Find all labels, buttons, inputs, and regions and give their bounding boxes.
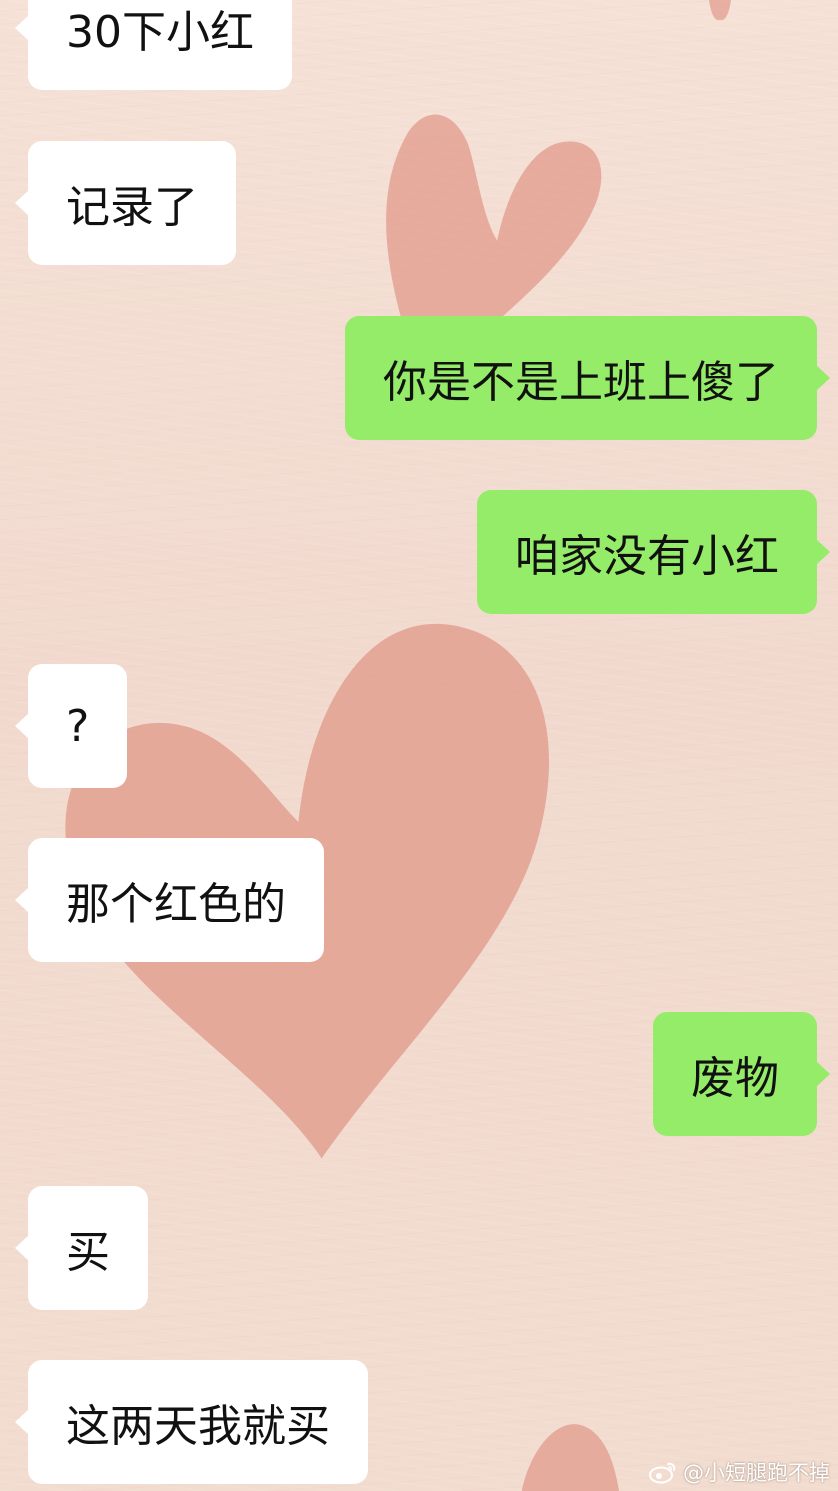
message-bubble[interactable]: ? bbox=[14, 664, 128, 788]
message-bubble[interactable]: 记录了 bbox=[15, 141, 236, 265]
message-bubble[interactable]: 你是不是上班上傻了 bbox=[345, 316, 830, 440]
weibo-icon bbox=[649, 1462, 676, 1484]
watermark-label: @小短腿跑不掉 bbox=[683, 1461, 830, 1485]
top-heart-decoration bbox=[709, 0, 731, 21]
message-bubble[interactable]: 30下小红 bbox=[15, 0, 292, 90]
message-bubble[interactable]: 废物 bbox=[653, 1012, 830, 1136]
watermark: @小短腿跑不掉 bbox=[648, 1457, 830, 1487]
small-heart-decoration bbox=[386, 114, 602, 326]
message-bubble[interactable]: 咱家没有小红 bbox=[477, 490, 830, 614]
message-bubble[interactable]: 买 bbox=[15, 1186, 148, 1310]
message-bubble[interactable]: 这两天我就买 bbox=[15, 1360, 368, 1484]
message-bubble[interactable]: 那个红色的 bbox=[15, 838, 324, 962]
